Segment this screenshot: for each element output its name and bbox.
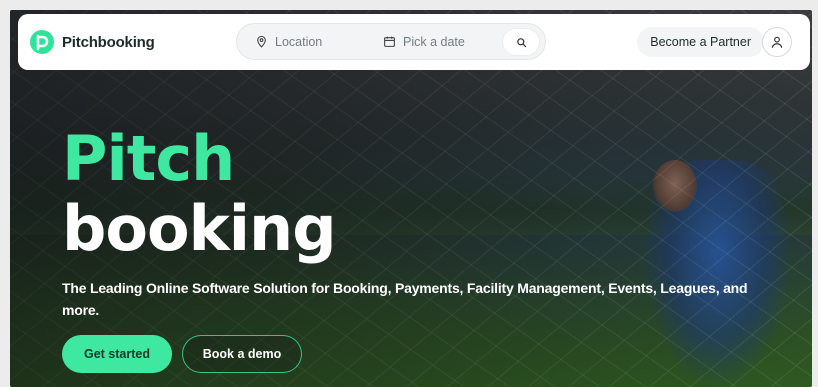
map-pin-icon <box>257 35 266 48</box>
search-button[interactable] <box>502 28 540 56</box>
date-placeholder: Pick a date <box>403 34 465 49</box>
date-field[interactable]: Pick a date <box>383 35 465 49</box>
hero-title-line2: booking <box>62 192 337 265</box>
search-icon <box>516 37 526 47</box>
hero-subtitle: The Leading Online Software Solution for… <box>62 280 748 318</box>
top-navbar: Pitchbooking Location Pick a date Become… <box>18 14 810 70</box>
logo[interactable]: Pitchbooking <box>30 30 155 54</box>
hero-title: Pitch booking <box>62 122 337 265</box>
logo-text: Pitchbooking <box>62 33 155 51</box>
become-partner-button[interactable]: Become a Partner <box>637 27 764 57</box>
pitchbooking-logo-icon <box>30 30 54 54</box>
calendar-icon <box>384 36 395 47</box>
location-placeholder: Location <box>275 34 323 49</box>
book-demo-button[interactable]: Book a demo <box>182 335 302 373</box>
user-icon <box>771 36 783 48</box>
search-bar: Location Pick a date <box>236 23 546 60</box>
location-field[interactable]: Location <box>255 35 322 49</box>
hero-title-line1: Pitch <box>62 122 235 195</box>
get-started-button[interactable]: Get started <box>62 335 172 373</box>
user-account-button[interactable] <box>762 27 792 57</box>
